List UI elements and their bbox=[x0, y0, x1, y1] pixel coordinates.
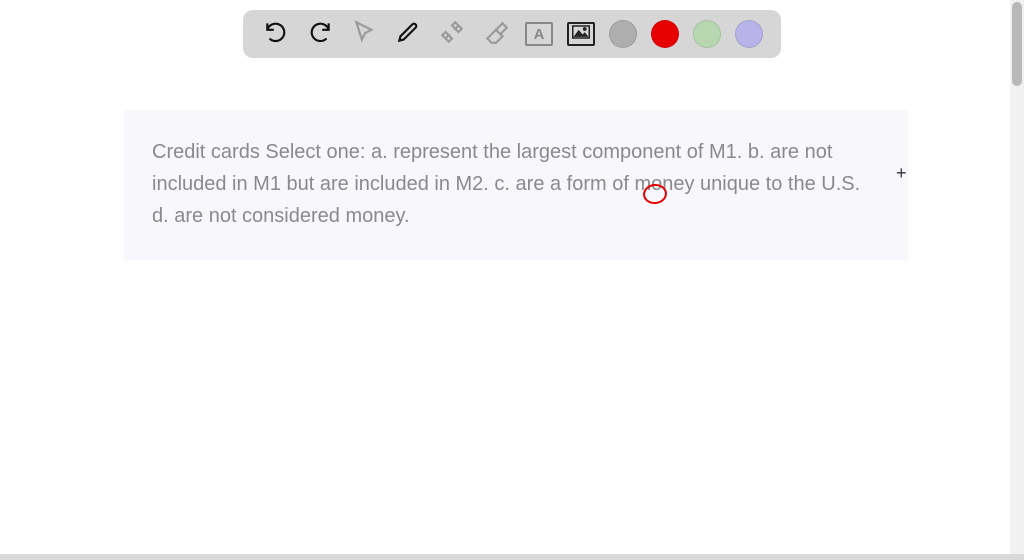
tools-button[interactable] bbox=[437, 19, 467, 49]
undo-icon bbox=[263, 19, 289, 50]
pen-tool-button[interactable] bbox=[393, 19, 423, 49]
eraser-tool-button[interactable] bbox=[481, 19, 511, 49]
pointer-tool-button[interactable] bbox=[349, 19, 379, 49]
question-card: Credit cards Select one: a. represent th… bbox=[124, 110, 908, 260]
pen-icon bbox=[395, 19, 421, 50]
vertical-scrollbar-thumb[interactable] bbox=[1012, 2, 1022, 86]
image-tool-button[interactable] bbox=[567, 22, 595, 46]
text-tool-label: A bbox=[534, 26, 545, 43]
vertical-scrollbar-track[interactable] bbox=[1010, 0, 1024, 560]
eraser-icon bbox=[483, 19, 509, 50]
wrench-icon bbox=[439, 19, 465, 50]
undo-button[interactable] bbox=[261, 19, 291, 49]
color-swatch-green[interactable] bbox=[693, 20, 721, 48]
text-tool-button[interactable]: A bbox=[525, 22, 553, 46]
bottom-edge bbox=[0, 554, 1024, 560]
color-swatch-purple[interactable] bbox=[735, 20, 763, 48]
color-swatch-gray[interactable] bbox=[609, 20, 637, 48]
plus-icon: + bbox=[896, 163, 907, 183]
whiteboard-viewport: A Credit cards Select one: a. represent … bbox=[0, 0, 1024, 560]
crosshair-cursor: + bbox=[896, 164, 907, 182]
pointer-icon bbox=[351, 19, 377, 50]
color-swatch-red[interactable] bbox=[651, 20, 679, 48]
image-icon bbox=[572, 25, 590, 43]
toolbar: A bbox=[243, 10, 781, 58]
question-text: Credit cards Select one: a. represent th… bbox=[152, 141, 860, 227]
redo-icon bbox=[307, 19, 333, 50]
redo-button[interactable] bbox=[305, 19, 335, 49]
